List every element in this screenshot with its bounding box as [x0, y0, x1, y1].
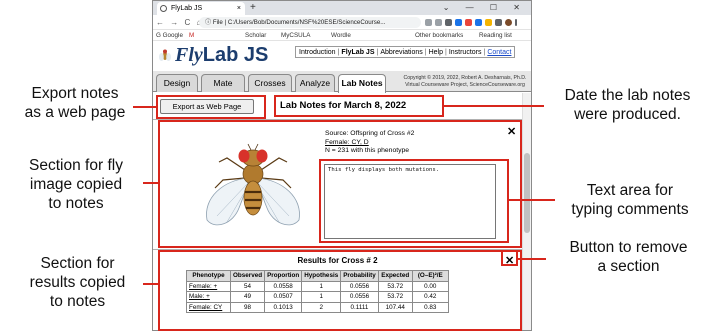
highlight-export-button [156, 95, 266, 119]
callout-results-section: Section for results copied to notes [29, 255, 126, 310]
callout-text-area: Text area for typing comments [571, 182, 689, 218]
tab-title: FlyLab JS [171, 5, 203, 12]
highlight-remove-button [501, 250, 518, 266]
nav-abbreviations[interactable]: Abbreviations [380, 49, 422, 56]
profile-avatar[interactable] [505, 19, 512, 26]
fly-favicon-icon [160, 5, 167, 12]
leader-text-area [509, 199, 555, 201]
menu-icon[interactable] [515, 19, 517, 26]
flylab-logo: FlyLab JS [175, 44, 269, 66]
highlight-date-title [274, 95, 444, 117]
bookmark-gmail[interactable]: M [189, 30, 194, 41]
tab-crosses[interactable]: Crosses [248, 74, 292, 92]
nav-buttons[interactable]: ← → C ⌂ [156, 16, 203, 29]
bookmarks-bar: G Google M Scholar MyCSULA Wordle Other … [153, 30, 531, 41]
bookmark-google[interactable]: G Google [156, 30, 183, 41]
callout-export: Export notes as a web page [24, 85, 126, 121]
tab-design[interactable]: Design [156, 74, 198, 92]
address-bar-row: ← → C ⌂ ⓘ File | C:/Users/Bob/Documents/… [153, 15, 531, 30]
tab-strip: FlyLab JS × + ⌄ — ☐ ✕ [153, 1, 531, 15]
nav-introduction[interactable]: Introduction [299, 49, 336, 56]
leader-export [133, 106, 156, 108]
nav-help[interactable]: Help [429, 49, 443, 56]
star-icon[interactable] [435, 19, 442, 26]
flylab-logo-icon [159, 49, 171, 61]
bookmark-scholar[interactable]: Scholar [245, 30, 266, 41]
scrollbar[interactable] [522, 93, 531, 330]
nav-instructors[interactable]: Instructors [449, 49, 482, 56]
callout-date: Date the lab notes were produced. [564, 87, 691, 123]
other-bookmarks[interactable]: Other bookmarks [415, 30, 463, 41]
extension-icon[interactable] [475, 19, 482, 26]
puzzle-icon[interactable] [495, 19, 502, 26]
extension-icon[interactable] [485, 19, 492, 26]
nav-contact[interactable]: Contact [487, 49, 511, 56]
scrollbar-thumb[interactable] [524, 153, 530, 233]
leader-results-section [143, 283, 158, 285]
close-tab-icon[interactable]: × [237, 2, 241, 15]
extension-icons[interactable] [425, 17, 529, 28]
extension-icon[interactable] [455, 19, 462, 26]
extension-icon[interactable] [465, 19, 472, 26]
leader-fly-section [143, 182, 158, 184]
window-controls[interactable]: ⌄ — ☐ ✕ [443, 1, 527, 15]
nav-flylab[interactable]: FlyLab JS [341, 49, 374, 56]
tab-lab-notes[interactable]: Lab Notes [338, 74, 386, 93]
bookmark-wordle[interactable]: Wordle [331, 30, 351, 41]
highlight-results-section [158, 250, 522, 331]
tab-analyze[interactable]: Analyze [295, 74, 335, 92]
reading-list[interactable]: Reading list [479, 30, 512, 41]
callout-fly-section: Section for fly image copied to notes [29, 157, 123, 212]
leader-remove [518, 258, 546, 260]
top-nav: Introduction | FlyLab JS | Abbreviations | Hel… [295, 46, 516, 58]
url-field[interactable]: ⓘ File | C:/Users/Bob/Documents/NSF%20ES… [199, 17, 421, 28]
share-icon[interactable] [425, 19, 432, 26]
bookmark-mycsula[interactable]: MyCSULA [281, 30, 310, 41]
browser-tab[interactable]: FlyLab JS × [157, 2, 245, 15]
leader-date [444, 105, 544, 107]
copyright-text: Copyright © 2019, 2022, Robert A. Deshar… [403, 75, 527, 88]
tab-mate[interactable]: Mate [201, 74, 245, 92]
highlight-comment-box [319, 159, 509, 243]
new-tab-button[interactable]: + [250, 1, 256, 15]
extension-icon[interactable] [445, 19, 452, 26]
callout-remove: Button to remove a section [569, 239, 688, 275]
